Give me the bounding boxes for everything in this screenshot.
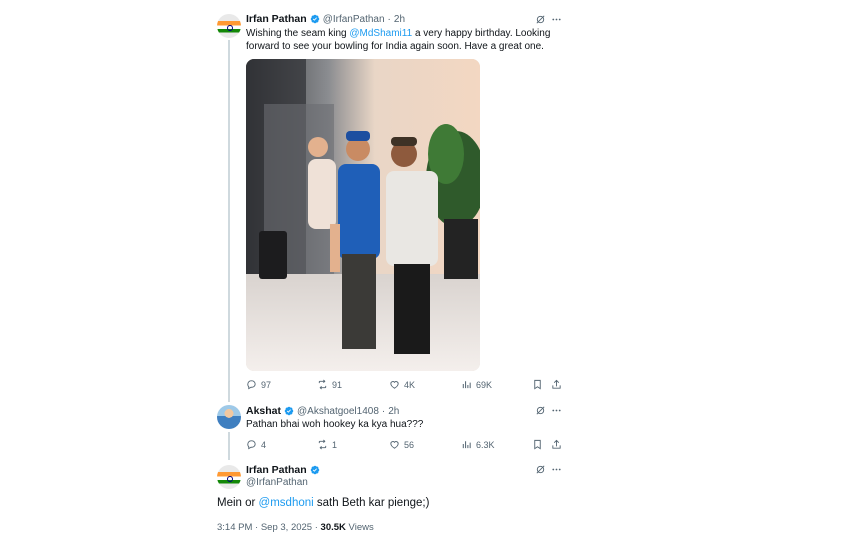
thread-connector xyxy=(228,432,230,460)
author-handle[interactable]: @Akshatgoel1408 xyxy=(297,406,379,417)
share-icon[interactable] xyxy=(551,379,562,390)
mention-link[interactable]: @MdShami11 xyxy=(349,28,412,39)
thread-connector xyxy=(228,40,230,402)
text-part: sath Beth kar pienge;) xyxy=(313,497,430,509)
reply-count: 97 xyxy=(261,379,272,390)
reply-icon xyxy=(246,379,257,390)
verified-icon xyxy=(310,465,320,475)
tweet-photo[interactable] xyxy=(246,59,480,371)
bookmark-icon[interactable] xyxy=(532,379,543,390)
separator: · xyxy=(387,13,391,25)
like-count: 4K xyxy=(404,379,416,390)
avatar[interactable] xyxy=(217,465,241,489)
separator: · xyxy=(314,522,318,533)
repost-icon xyxy=(317,439,328,450)
avatar[interactable] xyxy=(217,405,241,429)
tweet-text: Mein or @msdhoni sath Beth kar pienge;) xyxy=(217,497,429,509)
more-icon[interactable] xyxy=(551,14,562,25)
avatar[interactable] xyxy=(217,14,241,38)
like-icon xyxy=(389,379,400,390)
timestamp[interactable]: 2h xyxy=(388,406,399,417)
views-total: 30.5K xyxy=(320,522,346,533)
repost-button[interactable]: 91 xyxy=(317,379,342,390)
reply-count: 4 xyxy=(261,439,267,450)
tweet-text: Pathan bhai woh hookey ka kya hua??? xyxy=(246,419,424,430)
author-name[interactable]: Akshat xyxy=(246,405,281,417)
tweet-meta: 3:14 PM · Sep 3, 2025 · 30.5K Views xyxy=(217,522,374,533)
tweet-time[interactable]: 3:14 PM xyxy=(217,522,252,533)
text-part: Wishing the seam king xyxy=(246,28,350,39)
views-icon xyxy=(461,439,472,450)
repost-button[interactable]: 1 xyxy=(317,439,337,450)
author-handle[interactable]: @IrfanPathan xyxy=(246,477,308,488)
reply-icon xyxy=(246,439,257,450)
mention-link[interactable]: @msdhoni xyxy=(259,497,314,509)
tweet-text: Wishing the seam king @MdShami11 a very … xyxy=(246,27,566,53)
repost-count: 1 xyxy=(332,439,338,450)
views-button[interactable]: 6.3K xyxy=(461,439,495,450)
views-count: 6.3K xyxy=(476,439,495,450)
tweet-date[interactable]: Sep 3, 2025 xyxy=(261,522,312,533)
grok-icon[interactable] xyxy=(535,405,546,416)
reply-button[interactable]: 97 xyxy=(246,379,271,390)
views-button[interactable]: 69K xyxy=(461,379,492,390)
author-name[interactable]: Irfan Pathan xyxy=(246,464,307,476)
like-count: 56 xyxy=(404,439,415,450)
timestamp[interactable]: 2h xyxy=(394,14,405,25)
repost-count: 91 xyxy=(332,379,343,390)
like-button[interactable]: 56 xyxy=(389,439,414,450)
like-button[interactable]: 4K xyxy=(389,379,415,390)
more-icon[interactable] xyxy=(551,464,562,475)
views-icon xyxy=(461,379,472,390)
views-label: Views xyxy=(348,522,374,533)
reply-button[interactable]: 4 xyxy=(246,439,266,450)
author-handle[interactable]: @IrfanPathan xyxy=(323,14,385,25)
more-icon[interactable] xyxy=(551,405,562,416)
photo-image xyxy=(246,59,480,371)
like-icon xyxy=(389,439,400,450)
text-part: Mein or xyxy=(217,497,259,509)
views-count: 69K xyxy=(476,379,493,390)
author-name[interactable]: Irfan Pathan xyxy=(246,13,307,25)
verified-icon xyxy=(284,406,294,416)
separator: · xyxy=(381,405,386,417)
bookmark-icon[interactable] xyxy=(532,439,543,450)
verified-icon xyxy=(310,14,320,24)
repost-icon xyxy=(317,379,328,390)
grok-icon[interactable] xyxy=(535,464,546,475)
separator: · xyxy=(255,522,259,533)
grok-icon[interactable] xyxy=(535,14,546,25)
share-icon[interactable] xyxy=(551,439,562,450)
